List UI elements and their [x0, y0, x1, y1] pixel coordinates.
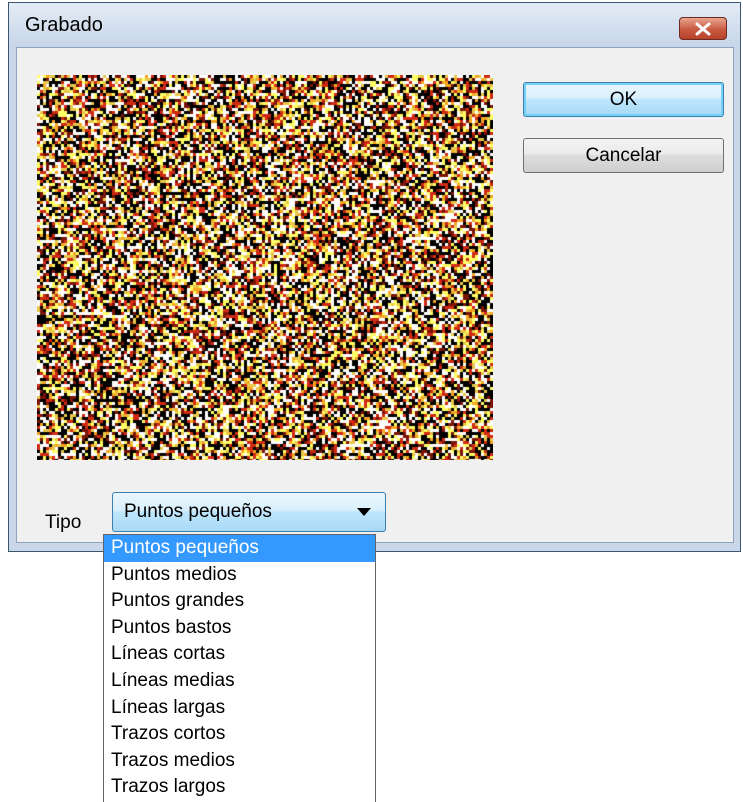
cancel-button[interactable]: Cancelar: [523, 138, 724, 173]
dropdown-option[interactable]: Trazos largos: [104, 774, 375, 801]
dropdown-option[interactable]: Líneas medias: [104, 668, 375, 695]
dropdown-option[interactable]: Trazos cortos: [104, 721, 375, 748]
background-artifact: c: [0, 402, 2, 435]
type-combobox-value: Puntos pequeños: [124, 501, 272, 522]
dropdown-option[interactable]: Puntos pequeños: [104, 535, 375, 562]
ok-button[interactable]: OK: [523, 82, 724, 117]
type-dropdown-list[interactable]: Puntos pequeños Puntos medios Puntos gra…: [103, 534, 376, 802]
title-bar: Grabado: [9, 3, 740, 47]
dropdown-option[interactable]: Puntos medios: [104, 562, 375, 589]
window-title: Grabado: [25, 14, 103, 36]
type-combobox[interactable]: Puntos pequeños: [112, 492, 386, 532]
background-artifact: c: [0, 60, 2, 93]
preview-image: [37, 75, 493, 460]
dropdown-option[interactable]: Puntos grandes: [104, 588, 375, 615]
cancel-button-label: Cancelar: [585, 144, 662, 166]
dropdown-arrow-icon[interactable]: [357, 508, 371, 517]
ok-button-label: OK: [609, 88, 638, 110]
close-x-icon: [695, 22, 711, 35]
preview-canvas: [37, 75, 493, 460]
engrave-dialog: Grabado OK Cancelar Tipo Puntos pequeños: [8, 2, 741, 552]
background-artifact: c: [0, 720, 2, 753]
dropdown-option[interactable]: Líneas cortas: [104, 641, 375, 668]
dropdown-option[interactable]: Líneas largas: [104, 695, 375, 722]
close-button[interactable]: [679, 17, 727, 40]
dialog-content: OK Cancelar Tipo Puntos pequeños: [16, 47, 734, 543]
dropdown-option[interactable]: Puntos bastos: [104, 615, 375, 642]
dropdown-option[interactable]: Trazos medios: [104, 748, 375, 775]
type-label: Tipo: [45, 512, 82, 533]
